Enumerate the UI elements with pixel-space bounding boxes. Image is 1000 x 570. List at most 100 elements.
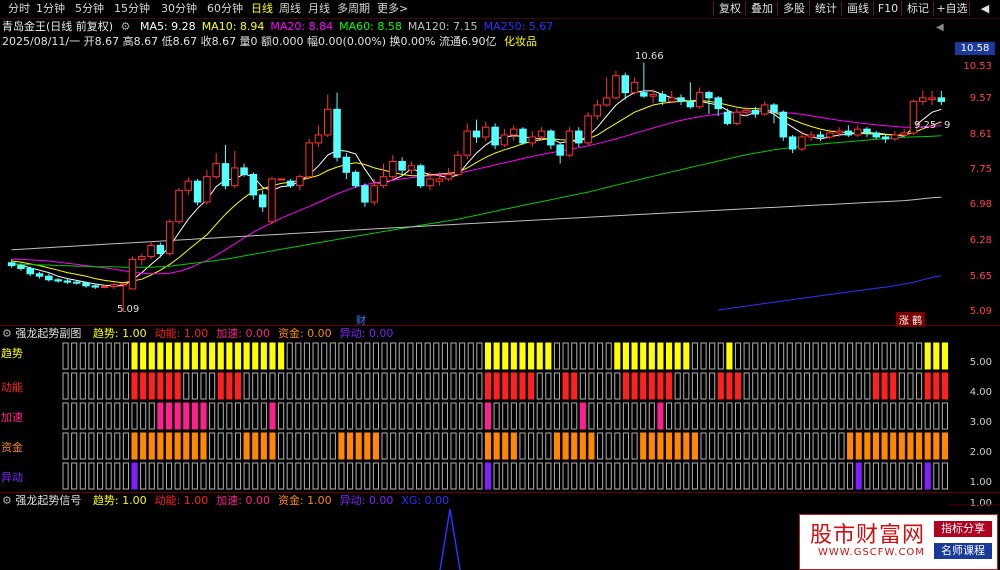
candle [277, 178, 286, 181]
sub-settings-gear-icon[interactable]: ⚙ [2, 327, 12, 340]
signal-bar [441, 342, 448, 370]
signal-bar [226, 342, 233, 370]
signal-bar [459, 462, 466, 490]
signal-bar [829, 402, 836, 430]
signal-bar [347, 342, 354, 370]
restore-rights-button[interactable]: 复权 [713, 1, 746, 16]
tab-5min[interactable]: 5分钟 [75, 2, 104, 16]
tab-daily[interactable]: 日线 [251, 2, 273, 16]
signal-bar [709, 462, 716, 490]
candle-body [361, 185, 369, 203]
signal-bar [476, 462, 483, 490]
sub-panel-title[interactable]: 强龙起势副图 [15, 327, 81, 340]
signal-bar [96, 432, 104, 460]
mark-button[interactable]: 标记 [901, 1, 934, 16]
candle [872, 131, 881, 139]
tab-more[interactable]: 更多> [377, 2, 408, 16]
signal-bar [691, 432, 698, 460]
signal-bar [812, 342, 819, 370]
signal-bar [200, 372, 207, 400]
candle-body [621, 75, 630, 94]
signal-bar [122, 432, 129, 460]
signal-bar [622, 402, 630, 430]
signal-bar [898, 342, 905, 370]
signal-bar [665, 402, 673, 430]
tab-fenshi[interactable]: 分时 [8, 2, 30, 16]
panel-divider-1[interactable] [0, 325, 1000, 326]
tab-1min[interactable]: 1分钟 [36, 2, 65, 16]
signal-bar [459, 372, 466, 400]
sub-row-label: 动能 [1, 381, 23, 394]
signal-chart[interactable] [0, 0, 1000, 570]
tab-30min[interactable]: 30分钟 [161, 2, 197, 16]
candle [435, 172, 444, 186]
signal-bar [855, 462, 862, 490]
tab-15min[interactable]: 15分钟 [114, 2, 150, 16]
signal-bar [398, 432, 405, 460]
watermark-url: WWW.GSCFW.COM [818, 547, 925, 558]
statistics-button[interactable]: 统计 [809, 1, 842, 16]
signal-bar [450, 402, 457, 430]
candle [249, 172, 258, 200]
add-watchlist-button[interactable]: +自选 [933, 1, 970, 16]
candle [705, 90, 713, 115]
signal-bar [829, 342, 836, 370]
indicator-subchart[interactable] [0, 0, 1000, 570]
candle [863, 127, 871, 137]
signal-panel-title[interactable]: 强龙起势信号 [15, 494, 81, 507]
candle-body [7, 262, 16, 267]
signal-bar [398, 342, 405, 370]
signal-panel-legend: ⚙ 强龙起势信号 趋势: 1.00 动能: 1.00 加速: 0.00 资金: 1.0… [2, 494, 449, 507]
signal-bar [105, 462, 112, 490]
signal-bar [674, 372, 681, 400]
signal-bar [234, 402, 242, 430]
panel-divider-2[interactable] [0, 492, 1000, 493]
signal-bar [347, 402, 354, 430]
signal-bar [217, 402, 224, 430]
signal-bar [441, 372, 448, 400]
signal-bar [743, 342, 750, 370]
signal-bar [502, 402, 509, 430]
signal-bar [803, 402, 811, 430]
signal-bar [579, 402, 586, 430]
tab-monthly[interactable]: 月线 [308, 2, 330, 16]
collapse-arrow-icon[interactable]: ◀ [969, 1, 1000, 16]
signal-bar [657, 342, 664, 370]
candle [389, 155, 397, 182]
signal-bar [174, 402, 181, 430]
signal-bar [597, 462, 604, 490]
expand-arrow-icon[interactable]: ◀ [936, 22, 944, 33]
draw-line-button[interactable]: 画线 [841, 1, 874, 16]
candle [528, 131, 537, 147]
signal-legend-1: 动能: 1.00 [154, 494, 209, 507]
signal-bar [450, 342, 457, 370]
signal-bar [502, 462, 509, 490]
candle [454, 151, 462, 177]
multi-stock-button[interactable]: 多股 [777, 1, 810, 16]
tab-weekly[interactable]: 周线 [279, 2, 301, 16]
f10-button[interactable]: F10 [873, 1, 902, 16]
sector-label[interactable]: 化妆品 [504, 35, 537, 48]
settings-gear-icon[interactable]: ⚙ [121, 20, 131, 33]
tab-60min[interactable]: 60分钟 [207, 2, 243, 16]
candle-body [844, 130, 853, 136]
signal-bar [96, 462, 104, 490]
tab-multi-period[interactable]: 多周期 [337, 2, 370, 16]
stock-name[interactable]: 青岛金王(日线 前复权) [2, 20, 113, 33]
signal-bar [933, 342, 940, 370]
signal-bar [907, 342, 914, 370]
ma-legend-5: MA250: 5.67 [483, 20, 554, 33]
candlestick-chart[interactable] [0, 0, 1000, 570]
signal-bar [269, 432, 276, 460]
signal-bar [933, 372, 940, 400]
candle-body [537, 130, 546, 138]
signal-bar [148, 372, 155, 400]
signal-bar [898, 402, 905, 430]
signal-settings-gear-icon[interactable]: ⚙ [2, 494, 12, 507]
candle-body [835, 130, 843, 134]
signal-bar [96, 372, 104, 400]
signal-bar [424, 462, 431, 490]
signal-bar [622, 342, 630, 370]
candle-body [17, 265, 25, 269]
overlay-button[interactable]: 叠加 [745, 1, 778, 16]
